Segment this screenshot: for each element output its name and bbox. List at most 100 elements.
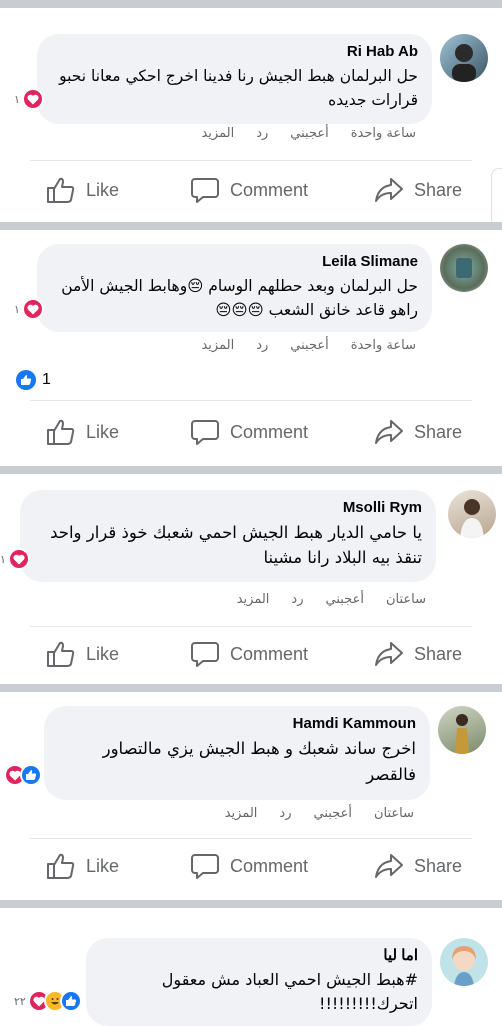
comment-button[interactable]: Comment <box>190 852 308 880</box>
avatar[interactable] <box>440 244 488 292</box>
comment-bubble[interactable]: اما ليا #هبط الجيش احمي العباد مش معقول … <box>86 938 432 1026</box>
comment-button[interactable]: Comment <box>190 418 308 446</box>
love-reaction-icon <box>21 88 44 110</box>
action-bar: Like Comment Share <box>0 170 502 210</box>
share-button[interactable]: Share <box>374 418 462 446</box>
like-button[interactable]: Like <box>46 418 119 446</box>
comment-text: حل البرلمان هبط الجيش رنا فدينا اخرج احك… <box>59 67 418 109</box>
comment-meta: ساعتان أعجبني رد المزيد <box>237 592 426 607</box>
profile-photo-icon <box>456 258 472 278</box>
more-link[interactable]: المزيد <box>201 126 234 141</box>
comment-bubble[interactable]: Leila Slimane حل البرلمان وبعد حطلهم الو… <box>37 244 432 332</box>
share-icon <box>375 642 403 666</box>
like-button[interactable]: Like <box>46 852 119 880</box>
comment-text: #هبط الجيش احمي العباد مش معقول اتحرك!!!… <box>161 970 418 1013</box>
feed-separator <box>0 900 502 908</box>
like-link[interactable]: أعجبني <box>314 806 352 821</box>
avatar[interactable] <box>448 490 496 538</box>
profile-photo-icon <box>452 946 476 986</box>
comment-bubble[interactable]: Ri Hab Ab حل البرلمان هبط الجيش رنا فدين… <box>37 34 432 124</box>
like-button[interactable]: Like <box>46 176 119 204</box>
like-label: Like <box>86 643 120 664</box>
comment-author[interactable]: Msolli Rym <box>34 498 422 518</box>
more-link[interactable]: المزيد <box>201 338 234 353</box>
comment-post: Leila Slimane حل البرلمان وبعد حطلهم الو… <box>0 230 502 462</box>
feed-separator <box>0 466 502 474</box>
comment-post: Hamdi Kammoun اخرج ساند شعبك و هبط الجيش… <box>0 692 502 900</box>
action-bar: Like Comment Share <box>0 414 502 454</box>
like-reaction-icon <box>59 990 82 1012</box>
reaction-summary[interactable] <box>4 764 42 786</box>
comment-text: يا حامي الديار هبط الجيش احمي شعبك خوذ ق… <box>50 523 422 567</box>
reaction-summary[interactable]: ١ <box>0 548 30 570</box>
like-button[interactable]: Like <box>46 640 119 668</box>
comment-author[interactable]: Leila Slimane <box>51 252 418 272</box>
thumbs-up-icon <box>47 419 75 445</box>
like-label: Like <box>86 179 120 200</box>
thumbs-up-icon <box>47 641 75 667</box>
feed-separator <box>0 0 502 8</box>
comment-meta: ساعة واحدة أعجبني رد المزيد <box>201 126 416 141</box>
reply-link[interactable]: رد <box>256 126 268 141</box>
reply-link[interactable]: رد <box>279 806 291 821</box>
comment-label: Comment <box>230 855 309 876</box>
like-link[interactable]: أعجبني <box>290 126 328 141</box>
share-button[interactable]: Share <box>374 852 462 880</box>
like-label: Like <box>86 855 120 876</box>
avatar[interactable] <box>438 706 486 754</box>
share-icon <box>375 420 403 444</box>
comment-post: اما ليا #هبط الجيش احمي العباد مش معقول … <box>0 908 502 1026</box>
comment-post: Ri Hab Ab حل البرلمان هبط الجيش رنا فدين… <box>0 8 502 216</box>
comment-bubble[interactable]: Msolli Rym يا حامي الديار هبط الجيش احمي… <box>20 490 436 582</box>
share-label: Share <box>414 421 463 442</box>
comment-bubble[interactable]: Hamdi Kammoun اخرج ساند شعبك و هبط الجيش… <box>44 706 430 800</box>
timestamp: ساعتان <box>373 806 414 821</box>
profile-photo-icon <box>452 44 476 82</box>
reaction-count: ١ <box>14 92 20 106</box>
thumbs-up-icon <box>47 177 75 203</box>
comment-button[interactable]: Comment <box>190 640 308 668</box>
reaction-count: ٢٢ <box>14 994 26 1008</box>
action-bar: Like Comment Share <box>0 636 502 676</box>
like-label: Like <box>86 421 120 442</box>
profile-photo-icon <box>460 499 484 538</box>
comment-button[interactable]: Comment <box>190 176 308 204</box>
reaction-summary[interactable]: ١ <box>14 88 44 110</box>
like-count: 1 <box>42 371 51 388</box>
reaction-count: ١ <box>0 552 6 566</box>
more-link[interactable]: المزيد <box>225 806 258 821</box>
avatar[interactable] <box>440 34 488 82</box>
like-reaction-icon <box>16 370 36 390</box>
share-label: Share <box>414 855 463 876</box>
comment-text: اخرج ساند شعبك و هبط الجيش يزي مالتصاور … <box>102 739 416 784</box>
reaction-count: ١ <box>14 302 20 316</box>
comment-text: حل البرلمان وبعد حطلهم الوسام 😔وهابط الج… <box>61 277 418 319</box>
share-icon <box>375 854 403 878</box>
share-label: Share <box>414 643 463 664</box>
divider <box>30 626 472 627</box>
reply-link[interactable]: رد <box>291 592 303 607</box>
comment-author[interactable]: Ri Hab Ab <box>51 42 418 62</box>
timestamp: ساعتان <box>385 592 426 607</box>
share-icon <box>375 178 403 202</box>
like-link[interactable]: أعجبني <box>326 592 364 607</box>
comment-author[interactable]: Hamdi Kammoun <box>58 714 416 734</box>
post-like-summary[interactable]: 1 <box>16 370 51 390</box>
share-button[interactable]: Share <box>374 640 462 668</box>
share-button[interactable]: Share <box>374 176 462 204</box>
reaction-summary[interactable]: ٢٢ <box>14 990 82 1012</box>
scroll-handle[interactable] <box>491 168 502 230</box>
like-reaction-icon <box>20 764 42 786</box>
timestamp: ساعة واحدة <box>350 338 416 353</box>
more-link[interactable]: المزيد <box>237 592 270 607</box>
comment-label: Comment <box>230 421 309 442</box>
like-link[interactable]: أعجبني <box>290 338 328 353</box>
timestamp: ساعة واحدة <box>350 126 416 141</box>
feed-separator <box>0 684 502 692</box>
comment-author[interactable]: اما ليا <box>100 946 418 966</box>
reply-link[interactable]: رد <box>256 338 268 353</box>
comment-icon <box>191 420 219 445</box>
avatar[interactable] <box>440 938 488 986</box>
reaction-summary[interactable]: ١ <box>14 298 44 320</box>
divider <box>30 160 472 161</box>
